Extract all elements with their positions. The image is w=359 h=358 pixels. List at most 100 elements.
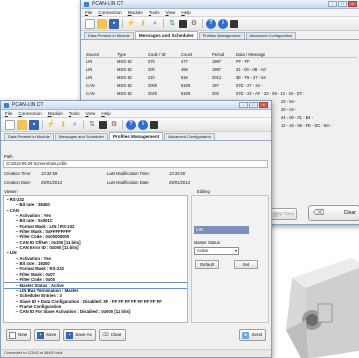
table-row[interactable]: LIN MSG-ID 21h 516 2012 3E - F5 - 27 - 54 — [84, 74, 357, 82]
save-button[interactable]: ▪ Save — [34, 329, 61, 341]
settings-icon[interactable]: ⚙ — [109, 120, 119, 130]
save-icon[interactable]: ▪ — [109, 18, 119, 29]
open-folder-icon[interactable] — [97, 18, 107, 29]
maximize-button[interactable]: □ — [338, 1, 347, 7]
tree-node-label: Scheduler Entries : 3 — [19, 293, 62, 299]
tree-node-item[interactable]: – CAN ID For Slave Activation : Disabled… — [4, 309, 187, 314]
back-window-title: PCAN-LIN CT — [92, 1, 124, 7]
tree-node-label: Format Mask : RS-232 — [19, 266, 64, 272]
menu-view[interactable]: View — [86, 111, 96, 116]
help-icon[interactable]: ? — [206, 18, 216, 29]
transfer-icon[interactable]: ⇅ — [167, 19, 177, 29]
send-button[interactable]: ▸ Send — [239, 329, 266, 341]
key-icon[interactable]: ⚷ — [138, 19, 148, 29]
save-as-button[interactable]: ▪ Save As — [63, 329, 96, 341]
clear-trace-button[interactable]: ⌫ Clear — [308, 205, 359, 221]
tab-profiles-management[interactable]: Profiles Management — [108, 132, 164, 140]
search-icon[interactable]: ⌕ — [150, 19, 160, 29]
close-button[interactable]: × — [259, 102, 268, 108]
menu-connection[interactable]: Connection — [98, 10, 121, 15]
menu-help[interactable]: Help — [101, 111, 110, 116]
tab-messages-scheduler[interactable]: Messages and Scheduler — [134, 31, 198, 39]
settings-icon[interactable]: ⚙ — [189, 19, 199, 29]
status-bar: Connected to COM3 at 38400 bit/s — [1, 349, 271, 357]
clear-icon: ⌫ — [101, 331, 109, 338]
tree-node-label: Format Mask : LIN / RS-232 — [19, 223, 75, 229]
tab-advanced-configuration[interactable]: Advanced Configuration — [245, 32, 297, 39]
toolbar-separator — [202, 19, 203, 28]
tab-advanced-configuration[interactable]: Advanced Configuration — [164, 133, 215, 140]
filter-icon[interactable]: ⚡ — [126, 19, 136, 29]
save-icon: ▪ — [37, 331, 45, 339]
table-cell: FF - FF — [236, 59, 250, 64]
table-cell: 3E - F5 - 27 - 54 — [236, 75, 266, 80]
menu-module[interactable]: Module — [128, 10, 143, 15]
table-cell: 197 — [212, 83, 219, 88]
clear-trace-label: Clear — [343, 210, 356, 216]
close-button[interactable]: × — [348, 1, 357, 7]
table-cell: CAN — [86, 83, 95, 88]
column-header[interactable]: Count — [179, 51, 210, 57]
tab-messages-scheduler[interactable]: Messages and Scheduler — [54, 133, 108, 140]
editing-label: Editing — [197, 189, 210, 194]
creation-date-label: Creation Date: — [4, 180, 31, 185]
column-header[interactable]: Code / ID — [146, 51, 179, 57]
chip-icon[interactable] — [99, 120, 107, 129]
new-button[interactable]: New — [6, 329, 32, 341]
save-icon[interactable]: ▪ — [29, 119, 39, 130]
menu-tools[interactable]: Tools — [69, 111, 80, 116]
key-icon[interactable]: ⚷ — [58, 120, 68, 130]
table-body: LIN MSG-ID 07h 477 1997 FF - FF LIN MSG-ID 20h 45… — [84, 58, 357, 98]
tab-data-present[interactable]: Data Present in Module — [84, 32, 134, 39]
table-cell: 5159 — [181, 83, 191, 88]
toolbar-separator — [42, 120, 43, 129]
clear-button[interactable]: ⌫ Clear — [98, 329, 126, 341]
search-icon[interactable]: ⌕ — [70, 120, 80, 130]
table-cell: 1997 — [212, 67, 222, 72]
menu-help[interactable]: Help — [181, 10, 190, 15]
front-window-title: PCAN-LIN CT — [12, 102, 44, 108]
transfer-icon[interactable]: ⇅ — [87, 120, 97, 130]
save-as-icon: ▪ — [66, 331, 74, 339]
menu-module[interactable]: Module — [48, 111, 63, 116]
help-icon[interactable]: ? — [126, 119, 136, 130]
menu-view[interactable]: View — [166, 10, 176, 15]
menu-file[interactable]: File — [5, 111, 12, 116]
column-header[interactable]: Data / Message — [234, 51, 357, 57]
stop-trace-button[interactable]: Stop Trace — [270, 208, 297, 220]
path-field[interactable]: G:\2013-05-29 Screenshots.pcllin — [3, 160, 268, 168]
column-header[interactable]: Type — [115, 51, 146, 57]
new-file-icon[interactable] — [85, 18, 95, 29]
tree-node-label: Filter Code : 0x00000000 — [19, 234, 70, 240]
table-row[interactable]: LIN MSG-ID 07h 477 1997 FF - FF — [84, 58, 357, 66]
table-header: Source Type Code / ID Count Period Data … — [84, 51, 357, 58]
menu-tools[interactable]: Tools — [149, 10, 160, 15]
table-row[interactable]: CAN MSG-ID 200h 5159 197 07D - 27 - 34 - — [84, 82, 357, 90]
info-icon[interactable]: i — [138, 119, 148, 130]
tab-profiles-management[interactable]: Profiles Management — [198, 32, 245, 39]
menu-file[interactable]: File — [85, 10, 92, 15]
master-status-select[interactable]: Active ▾ — [194, 247, 239, 255]
info-icon[interactable]: i — [218, 18, 228, 29]
maximize-button[interactable]: □ — [249, 102, 258, 108]
menu-connection[interactable]: Connection — [18, 111, 41, 116]
chip-icon[interactable] — [179, 19, 187, 28]
open-folder-icon[interactable] — [17, 119, 27, 130]
minimize-button[interactable]: – — [328, 1, 337, 7]
table-cell: 477 — [181, 59, 188, 64]
table-row[interactable]: LIN MSG-ID 20h 455 1997 31 - 00 - 0B - A0 — [84, 66, 357, 74]
column-header[interactable]: Period — [210, 51, 234, 57]
module-icon[interactable] — [150, 120, 158, 129]
module-icon[interactable] — [230, 19, 238, 28]
filter-icon[interactable]: ⚡ — [46, 120, 56, 130]
table-cell: MSG-ID — [117, 83, 132, 88]
profile-tree-view[interactable]: ▪ RS-232– Bit rate : 38400 ▪ CAN – Activat… — [3, 195, 188, 323]
tab-data-present[interactable]: Data Present in Module — [4, 133, 54, 140]
table-cell: LIN — [86, 59, 93, 64]
set-button[interactable]: Set — [234, 260, 258, 269]
table-row[interactable]: CAN MSG-ID 202h 5159 203 07D - 22 - AF - 23 -… — [84, 90, 357, 98]
default-button[interactable]: Default — [195, 260, 219, 269]
minimize-button[interactable]: – — [239, 102, 248, 108]
column-header[interactable]: Source — [84, 51, 115, 57]
new-file-icon[interactable] — [5, 119, 15, 130]
